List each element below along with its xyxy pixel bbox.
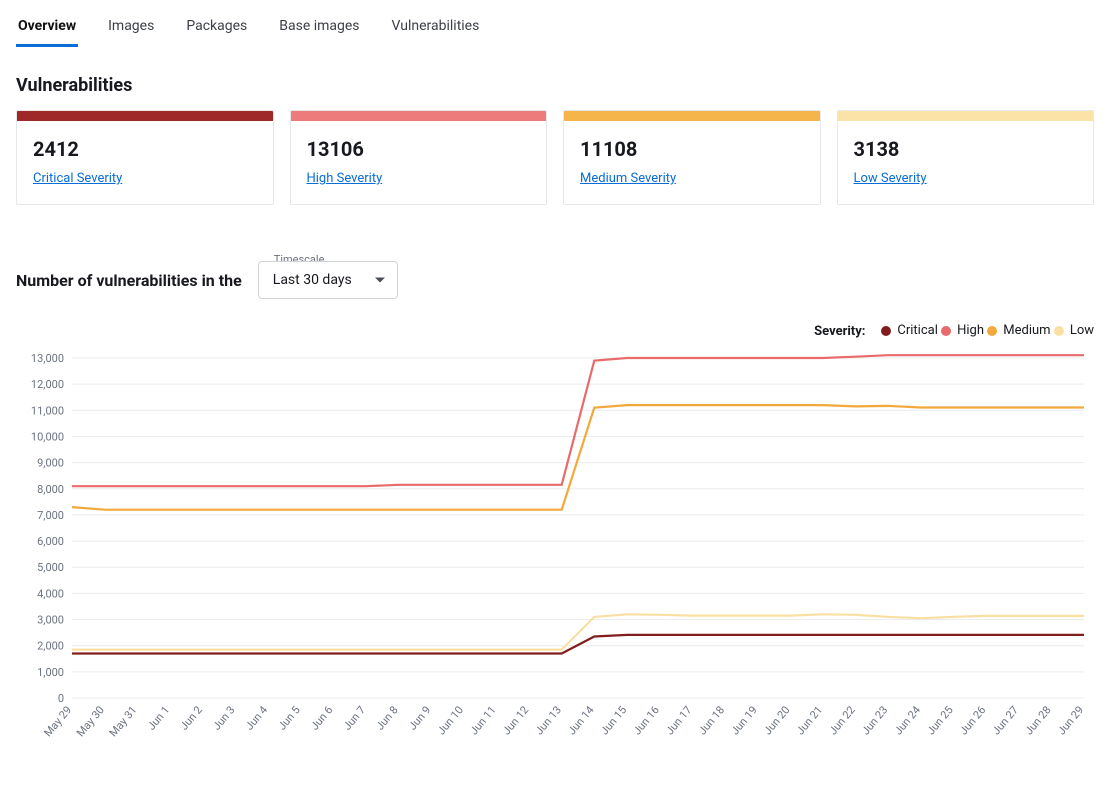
y-tick-label: 11,000	[31, 404, 64, 417]
x-tick-label: Jun 28	[1022, 703, 1053, 737]
severity-card-bar	[838, 111, 1094, 121]
x-tick-label: Jun 20	[761, 703, 792, 737]
x-tick-label: Jun 14	[565, 703, 596, 737]
legend-item-low: Low	[1054, 323, 1094, 338]
legend-dot-icon	[941, 326, 951, 336]
y-tick-label: 0	[58, 692, 64, 705]
y-tick-label: 3,000	[37, 613, 64, 626]
x-tick-label: Jun 17	[663, 703, 694, 737]
x-tick-label: Jun 12	[500, 703, 531, 737]
x-tick-label: Jun 11	[467, 703, 498, 737]
timescale-select-wrap: Timescale Last 30 days	[258, 261, 398, 299]
x-tick-label: Jun 5	[275, 703, 302, 732]
series-high	[72, 355, 1084, 486]
severity-cards: 2412Critical Severity13106High Severity1…	[16, 110, 1094, 205]
y-tick-label: 12,000	[31, 378, 64, 391]
severity-card-high: 13106 High Severity	[290, 110, 548, 205]
severity-count: 11108	[580, 137, 804, 161]
x-tick-label: Jun 10	[435, 703, 466, 737]
severity-count: 13106	[307, 137, 531, 161]
legend-item-label: Critical	[897, 323, 937, 338]
tab-vulnerabilities[interactable]: Vulnerabilities	[390, 12, 482, 47]
legend-dot-icon	[1054, 326, 1064, 336]
chart-gridlines	[72, 358, 1084, 698]
severity-card-bar	[17, 111, 273, 121]
legend-item-critical: Critical	[881, 323, 937, 338]
x-tick-label: Jun 4	[243, 703, 270, 732]
x-tick-label: Jun 15	[598, 703, 629, 737]
x-tick-label: Jun 9	[406, 703, 433, 732]
y-tick-label: 4,000	[37, 587, 64, 600]
x-tick-label: Jun 13	[533, 703, 564, 737]
tab-images[interactable]: Images	[106, 12, 156, 47]
x-tick-label: Jun 6	[308, 703, 335, 732]
chart-series	[72, 355, 1084, 653]
y-tick-label: 9,000	[37, 456, 64, 469]
legend-item-high: High	[941, 323, 984, 338]
section-title: Vulnerabilities	[16, 75, 1094, 96]
chart-svg: 0 1,000 2,000 3,000 4,000 5,000 6,000 7,000 8,00…	[16, 348, 1094, 768]
tab-base-images[interactable]: Base images	[277, 12, 361, 47]
x-tick-label: Jun 7	[341, 703, 368, 732]
x-tick-label: Jun 24	[892, 703, 923, 737]
legend-item-label: Medium	[1003, 323, 1050, 338]
chevron-down-icon	[375, 278, 385, 283]
y-tick-label: 6,000	[37, 535, 64, 548]
x-tick-label: Jun 19	[728, 703, 759, 737]
x-tick-label: Jun 29	[1055, 703, 1086, 737]
legend-dot-icon	[987, 326, 997, 336]
severity-card-bar	[291, 111, 547, 121]
tab-overview[interactable]: Overview	[16, 12, 78, 47]
legend-item-label: Low	[1070, 323, 1094, 338]
severity-count: 3138	[854, 137, 1078, 161]
severity-link[interactable]: Critical Severity	[33, 171, 122, 186]
chart-lead-text: Number of vulnerabilities in the	[16, 271, 242, 290]
x-tick-label: May 29	[41, 703, 74, 739]
tabs: Overview Images Packages Base images Vulnera…	[16, 0, 1094, 47]
x-tick-label: Jun 25	[924, 703, 955, 737]
timescale-select[interactable]: Last 30 days	[258, 261, 398, 299]
x-tick-label: Jun 27	[990, 703, 1021, 737]
y-tick-label: 8,000	[37, 482, 64, 495]
x-tick-label: Jun 23	[859, 703, 890, 737]
severity-card-medium: 11108 Medium Severity	[563, 110, 821, 205]
legend-item-label: High	[957, 323, 984, 338]
severity-card-bar	[564, 111, 820, 121]
x-tick-label: Jun 21	[794, 703, 825, 737]
severity-link[interactable]: Medium Severity	[580, 171, 676, 186]
chart-legend: Severity: Critical High Medium Low	[16, 323, 1094, 340]
legend-item-medium: Medium	[987, 323, 1050, 338]
severity-link[interactable]: Low Severity	[854, 171, 927, 186]
legend-label: Severity:	[814, 324, 865, 339]
severity-link[interactable]: High Severity	[307, 171, 383, 186]
x-tick-label: Jun 26	[957, 703, 988, 737]
x-tick-label: Jun 18	[696, 703, 727, 737]
legend-dot-icon	[881, 326, 891, 336]
series-critical	[72, 634, 1084, 653]
x-tick-label: May 30	[74, 703, 107, 739]
x-tick-label: Jun 2	[177, 703, 204, 732]
x-tick-label: Jun 3	[210, 703, 237, 732]
severity-count: 2412	[33, 137, 257, 161]
x-tick-label: May 31	[107, 703, 140, 739]
y-tick-label: 13,000	[31, 352, 64, 365]
y-tick-label: 10,000	[31, 430, 64, 443]
y-tick-label: 7,000	[37, 508, 64, 521]
x-tick-label: Jun 16	[631, 703, 662, 737]
x-tick-label: Jun 22	[826, 703, 857, 737]
chart-filter-row: Number of vulnerabilities in the Timesca…	[16, 261, 1094, 299]
vulnerability-chart: 0 1,000 2,000 3,000 4,000 5,000 6,000 7,000 8,00…	[16, 348, 1094, 768]
y-tick-label: 5,000	[37, 561, 64, 574]
severity-card-low: 3138 Low Severity	[837, 110, 1095, 205]
tab-packages[interactable]: Packages	[184, 12, 249, 47]
x-tick-label: Jun 1	[145, 703, 172, 732]
severity-card-critical: 2412 Critical Severity	[16, 110, 274, 205]
x-tick-label: Jun 8	[373, 703, 400, 732]
timescale-selected-value: Last 30 days	[273, 272, 352, 288]
y-tick-label: 2,000	[37, 639, 64, 652]
y-tick-label: 1,000	[37, 665, 64, 678]
